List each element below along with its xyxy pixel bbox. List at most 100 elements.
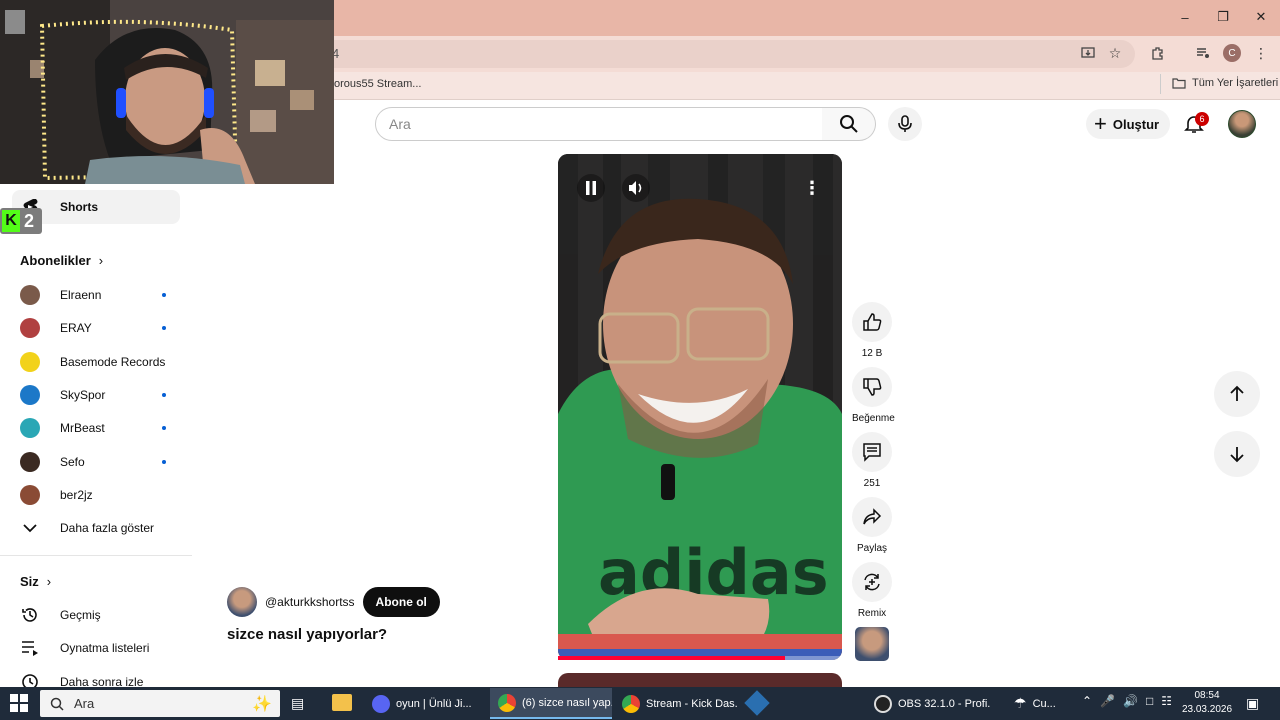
discord-icon <box>372 694 390 713</box>
volume-button[interactable] <box>622 174 650 202</box>
address-bar[interactable]: 4 <box>320 40 1135 68</box>
sidebar-show-more[interactable]: Daha fazla göster <box>12 511 180 545</box>
window-controls: – ❐ ✕ <box>1166 0 1280 34</box>
video-more-options-icon[interactable]: ⋮ <box>798 174 826 202</box>
kick-overlay-number: 2 <box>24 210 35 231</box>
sparkle-icon: ✨ <box>252 695 272 713</box>
video-progress-track[interactable] <box>558 656 842 660</box>
chevron-up-icon[interactable]: ⌃ <box>1082 694 1092 708</box>
new-content-dot <box>162 393 166 397</box>
sound-source-thumbnail[interactable] <box>855 627 889 661</box>
bookmark-star-icon[interactable]: ☆ <box>1104 42 1126 64</box>
chrome-icon <box>498 693 516 712</box>
comments-button[interactable] <box>852 432 892 472</box>
close-button[interactable]: ✕ <box>1242 0 1280 34</box>
sidebar-item-basemode-records[interactable]: Basemode Records <box>12 345 180 379</box>
install-app-icon[interactable] <box>1077 42 1099 64</box>
windows-start-button[interactable] <box>10 694 28 717</box>
thumbs-up-icon <box>863 313 882 331</box>
browser-menu-icon[interactable]: ⋮ <box>1250 42 1272 64</box>
taskbar-app-obs[interactable]: OBS 32.1.0 - Profi... <box>866 688 990 719</box>
microphone-icon[interactable]: 🎤 <box>1100 694 1115 708</box>
network-icon[interactable]: ☷ <box>1161 694 1172 708</box>
pause-button[interactable] <box>577 174 605 202</box>
all-bookmarks-button[interactable]: Tüm Yer İşaretleri <box>1172 77 1278 89</box>
file-explorer-icon[interactable] <box>332 694 352 711</box>
taskbar-weather[interactable]: ☂ Cu... <box>1006 688 1070 719</box>
kick-logo-icon: K <box>2 210 20 232</box>
shorts-video-player[interactable]: adidas <box>558 154 842 660</box>
account-avatar[interactable] <box>1228 110 1256 138</box>
sidebar-item-playlists[interactable]: Oynatma listeleri <box>12 631 180 665</box>
create-button[interactable]: + Oluştur <box>1086 109 1170 139</box>
channel-avatar[interactable] <box>227 587 257 617</box>
channel-avatar <box>20 352 40 372</box>
taskbar-app-discord[interactable]: oyun | Ünlü Ji... <box>364 688 488 719</box>
profile-avatar[interactable]: C <box>1223 44 1241 62</box>
chevron-down-icon <box>20 523 40 533</box>
folder-icon <box>1172 78 1186 89</box>
remix-button[interactable] <box>852 562 892 602</box>
sidebar-item-eray[interactable]: ERAY <box>12 311 180 345</box>
like-action[interactable]: 12 B <box>852 302 892 359</box>
thumbs-down-icon <box>863 378 882 396</box>
taskbar-clock[interactable]: 08:54 23.03.2026 <box>1176 689 1238 717</box>
chevron-right-icon: › <box>46 574 52 589</box>
next-short-preview[interactable] <box>558 673 842 687</box>
dislike-action[interactable]: Beğenme <box>852 367 895 424</box>
video-progress-fill <box>558 656 786 660</box>
channel-avatar <box>20 318 40 338</box>
like-button[interactable] <box>852 302 892 342</box>
channel-avatar <box>20 385 40 405</box>
bookmark-item[interactable]: orous55 Stream... <box>334 78 421 90</box>
search-input[interactable]: Ara <box>375 107 823 141</box>
arrow-up-icon <box>1230 385 1244 401</box>
search-button[interactable] <box>822 107 876 141</box>
sidebar-item-mrbeast[interactable]: MrBeast <box>12 411 180 445</box>
you-header[interactable]: Siz › <box>20 574 51 589</box>
voice-search-button[interactable] <box>888 107 922 141</box>
plus-icon: + <box>1094 111 1107 136</box>
remix-action[interactable]: Remix <box>852 562 892 619</box>
history-icon <box>20 606 40 624</box>
taskbar-search[interactable]: Ara ✨ <box>40 690 280 717</box>
search-icon <box>50 697 64 711</box>
restore-button[interactable]: ❐ <box>1204 0 1242 34</box>
sidebar-item-sefo[interactable]: Sefo <box>12 445 180 479</box>
sidebar-item-skyspor[interactable]: SkySpor <box>12 378 180 412</box>
new-content-dot <box>162 460 166 464</box>
media-control-icon[interactable] <box>1192 42 1214 64</box>
channel-handle[interactable]: @akturkkshortss <box>265 595 355 609</box>
speaker-icon[interactable]: 🔊 <box>1123 694 1138 708</box>
playlist-icon <box>20 640 40 656</box>
extensions-icon[interactable] <box>1147 42 1169 64</box>
sidebar-item-history[interactable]: Geçmiş <box>12 598 180 632</box>
monitor-icon[interactable]: □ <box>1146 694 1153 708</box>
sidebar-item-ber2jz[interactable]: ber2jz <box>12 478 180 512</box>
subscribe-button[interactable]: Abone ol <box>362 587 440 617</box>
arrow-down-icon <box>1230 447 1244 463</box>
notifications-center-icon[interactable]: ▣ <box>1246 695 1259 712</box>
taskbar-app-chrome-youtube[interactable]: (6) sizce nasıl yap... <box>490 688 612 719</box>
system-tray: ⌃ 🎤 🔊 □ ☷ <box>1082 694 1172 708</box>
previous-short-button[interactable] <box>1214 371 1260 417</box>
obs-icon <box>874 694 892 713</box>
kick-overlay-badge: K 2 <box>0 208 42 234</box>
comments-action[interactable]: 251 <box>852 432 892 489</box>
dislike-button[interactable] <box>852 367 892 407</box>
subscriptions-header[interactable]: Abonelikler › <box>20 253 103 268</box>
taskbar-app-chrome-kick[interactable]: Stream - Kick Das... <box>614 688 738 719</box>
minimize-button[interactable]: – <box>1166 0 1204 34</box>
next-short-button[interactable] <box>1214 431 1260 477</box>
sidebar-item-elraenn[interactable]: Elraenn <box>12 278 180 312</box>
search-icon <box>839 115 858 133</box>
pause-icon <box>586 181 596 195</box>
volume-icon <box>629 181 642 195</box>
task-view-icon[interactable]: ▤ <box>291 695 304 712</box>
share-action[interactable]: Paylaş <box>852 497 892 554</box>
weather-icon: ☂ <box>1014 695 1027 711</box>
new-content-dot <box>162 326 166 330</box>
channel-avatar <box>20 485 40 505</box>
share-button[interactable] <box>852 497 892 537</box>
new-content-dot <box>162 426 166 430</box>
